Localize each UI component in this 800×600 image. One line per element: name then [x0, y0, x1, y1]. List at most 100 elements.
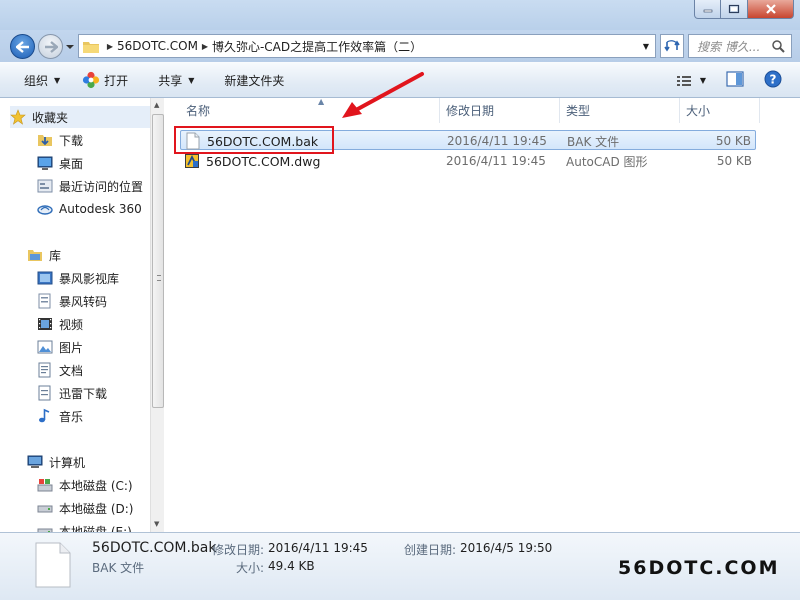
minimize-button[interactable]	[694, 0, 721, 19]
search-input[interactable]: 搜索 博久...	[688, 34, 792, 58]
nav-item-favorites[interactable]: 收藏夹	[10, 106, 150, 128]
chevron-down-icon: ▼	[699, 76, 706, 85]
chevron-down-icon: ▼	[188, 75, 195, 85]
nav-item-label: 库	[49, 248, 62, 263]
nav-item-autodesk-360[interactable]: Autodesk 360	[37, 198, 142, 220]
back-button[interactable]	[10, 34, 35, 59]
document-library-icon	[38, 385, 51, 401]
file-name-cell: 56DOTC.COM.dwg	[184, 151, 320, 171]
nav-item-label: 本地磁盘 (E:)	[59, 524, 132, 533]
recent-pages-dropdown-icon[interactable]	[66, 43, 74, 51]
folder-icon	[83, 41, 99, 53]
column-header-size[interactable]: 大小	[680, 98, 760, 123]
search-placeholder: 搜索 博久...	[697, 39, 761, 54]
scroll-down-icon[interactable]: ▼	[154, 520, 159, 528]
nav-item-label: 迅雷下载	[59, 386, 108, 401]
sort-ascending-icon: ▲	[318, 97, 325, 106]
breadcrumb-item[interactable]: 56DOTC.COM	[117, 39, 198, 53]
file-size: 50 KB	[715, 134, 751, 148]
breadcrumb-separator[interactable]: ▶	[198, 42, 212, 51]
document-library-icon	[38, 293, 51, 309]
navigation-pane: 收藏夹 下载 桌面 最近访问的位置 Autodesk 360 库 暴风影视库 暴…	[10, 98, 150, 532]
file-name: 56DOTC.COM.dwg	[206, 153, 321, 169]
cloud-icon	[37, 205, 53, 215]
nav-item-disk-c[interactable]: 本地磁盘 (C:)	[37, 474, 133, 496]
help-icon: ?	[764, 70, 782, 88]
nav-item-label: 视频	[59, 317, 84, 332]
chevron-down-icon: ▼	[54, 75, 61, 85]
nav-item-music[interactable]: 音乐	[37, 405, 83, 427]
star-icon	[10, 109, 26, 125]
toolbar-right: ▼ ?	[676, 70, 782, 91]
organize-label: 组织	[24, 73, 49, 88]
nav-item-documents[interactable]: 文档	[37, 359, 83, 381]
window-controls	[694, 0, 794, 20]
column-header-label: 大小	[686, 104, 711, 118]
new-folder-button[interactable]: 新建文件夹	[216, 69, 292, 91]
file-modified: 2016/4/11 19:45	[446, 154, 546, 168]
nav-item-label: 收藏夹	[32, 110, 69, 125]
nav-item-label: 最近访问的位置	[59, 179, 144, 194]
title-bar	[0, 0, 800, 30]
highlight-box	[174, 126, 334, 154]
video-library-icon	[37, 271, 53, 285]
nav-item-desktop[interactable]: 桌面	[37, 152, 83, 174]
minimize-icon	[703, 9, 712, 13]
breadcrumb-item[interactable]: 博久弥心-CAD之提高工作效率篇（二）	[212, 38, 422, 55]
forward-button[interactable]	[38, 34, 63, 59]
recent-places-icon	[37, 179, 53, 193]
nav-item-baofeng-library[interactable]: 暴风影视库	[37, 267, 119, 289]
scroll-up-icon[interactable]: ▲	[154, 101, 159, 109]
nav-item-libraries[interactable]: 库	[27, 244, 61, 266]
detail-size-label: 大小:	[236, 561, 265, 575]
nav-item-disk-d[interactable]: 本地磁盘 (D:)	[37, 497, 133, 519]
navigation-scrollbar[interactable]: ▲ ▼	[150, 98, 164, 532]
nav-item-label: 本地磁盘 (C:)	[59, 478, 133, 493]
preview-pane-button[interactable]	[726, 71, 744, 90]
nav-item-pictures[interactable]: 图片	[37, 336, 83, 358]
detail-file-type: BAK 文件	[92, 561, 145, 575]
details-pane: 56DOTC.COM.bak BAK 文件 修改日期: 2016/4/11 19…	[0, 532, 800, 600]
nav-item-videos[interactable]: 视频	[37, 313, 83, 335]
open-label: 打开	[104, 73, 129, 88]
maximize-button[interactable]	[721, 0, 748, 19]
nav-item-downloads[interactable]: 下载	[37, 129, 83, 151]
refresh-button[interactable]	[660, 34, 684, 58]
library-icon	[28, 250, 42, 261]
file-list-pane: 名称 ▲ 修改日期 类型 大小 56DOTC.COM.bak 2016/4/11…	[166, 97, 800, 532]
view-list-icon	[676, 75, 691, 86]
column-header-type[interactable]: 类型	[560, 98, 680, 123]
nav-item-xunlei[interactable]: 迅雷下载	[37, 382, 107, 404]
nav-item-baofeng-convert[interactable]: 暴风转码	[37, 290, 107, 312]
system-drive-icon	[37, 479, 53, 492]
share-button[interactable]: 共享 ▼	[150, 69, 202, 91]
nav-item-label: 暴风影视库	[59, 271, 120, 286]
arrow-left-icon	[15, 40, 29, 53]
music-note-icon	[39, 408, 50, 423]
nav-item-label: Autodesk 360	[59, 202, 142, 216]
nav-item-computer[interactable]: 计算机	[27, 451, 85, 473]
organize-button[interactable]: 组织 ▼	[16, 69, 68, 91]
watermark: 56DOTC.COM	[618, 557, 780, 579]
nav-item-recent-places[interactable]: 最近访问的位置	[37, 175, 143, 197]
maximize-icon	[728, 4, 740, 14]
column-header-label: 类型	[566, 104, 591, 118]
nav-item-disk-e[interactable]: 本地磁盘 (E:)	[37, 520, 132, 532]
breadcrumb-separator[interactable]: ▶	[103, 42, 117, 51]
open-with-icon	[83, 71, 100, 89]
detail-file-name: 56DOTC.COM.bak	[92, 540, 217, 556]
open-button[interactable]: 打开	[74, 69, 136, 91]
document-icon	[38, 362, 51, 378]
desktop-icon	[37, 156, 53, 170]
view-options-button[interactable]: ▼	[676, 74, 706, 88]
nav-item-label: 下载	[59, 133, 84, 148]
address-bar[interactable]: ▶ 56DOTC.COM ▶ 博久弥心-CAD之提高工作效率篇（二） ▼	[78, 34, 656, 58]
downloads-folder-icon	[38, 135, 52, 146]
file-row[interactable]: 56DOTC.COM.dwg 2016/4/11 19:45 AutoCAD 图…	[180, 151, 756, 171]
scrollbar-thumb[interactable]	[152, 114, 164, 408]
column-header-modified[interactable]: 修改日期	[440, 98, 560, 123]
address-dropdown-icon[interactable]: ▼	[643, 42, 649, 51]
close-button[interactable]	[748, 0, 794, 19]
help-button[interactable]: ?	[764, 70, 782, 91]
nav-item-label: 音乐	[59, 409, 84, 424]
